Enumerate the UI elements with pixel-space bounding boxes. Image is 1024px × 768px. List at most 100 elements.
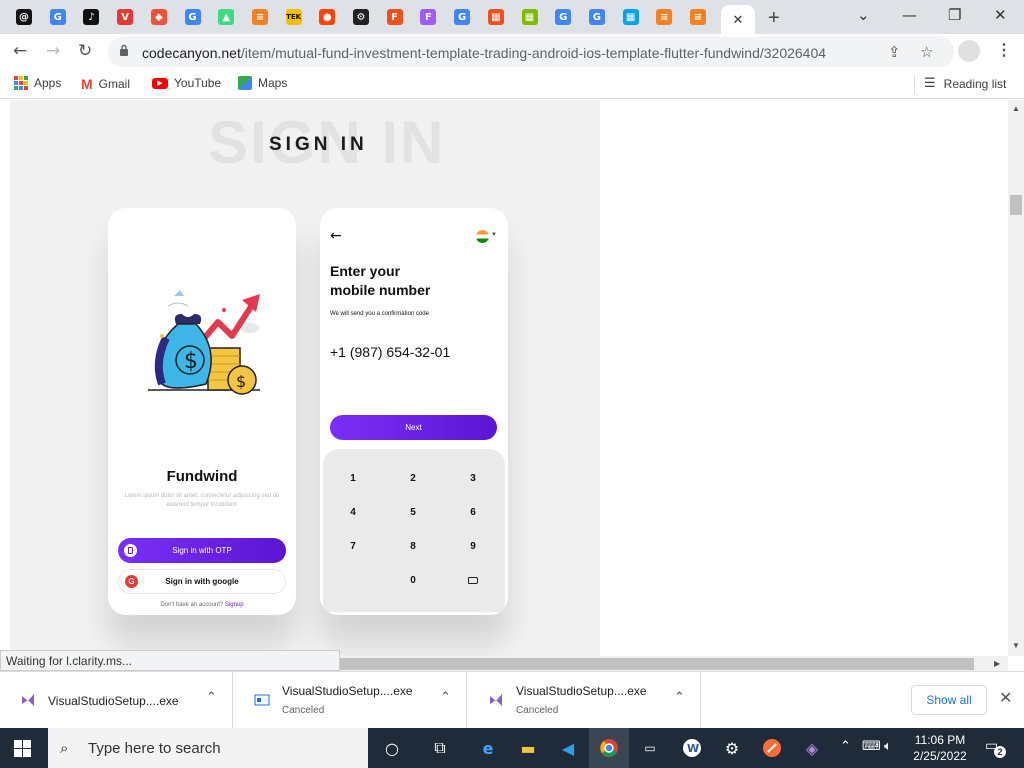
- browser-tab[interactable]: TEK: [280, 5, 308, 29]
- lock-icon[interactable]: [119, 44, 129, 56]
- cortana-icon[interactable]: ○: [380, 736, 404, 760]
- reading-list-button[interactable]: ☰ Reading list: [924, 76, 1006, 91]
- browser-tab[interactable]: G: [179, 5, 207, 29]
- file-explorer-icon[interactable]: ▬: [516, 736, 540, 760]
- scroll-up-arrow[interactable]: ▲: [1012, 104, 1020, 113]
- download-item[interactable]: VisualStudioSetup....exe ⌃: [0, 672, 233, 728]
- browser-tab[interactable]: V: [111, 5, 139, 29]
- vscode-icon[interactable]: ◀: [556, 736, 580, 760]
- download-filename: VisualStudioSetup....exe: [516, 684, 647, 698]
- browser-tab[interactable]: ⚙: [347, 5, 375, 29]
- keypad-key-1[interactable]: 1: [333, 467, 373, 489]
- browser-tab[interactable]: ▦: [617, 5, 645, 29]
- keypad-key-5[interactable]: 5: [393, 501, 433, 523]
- browser-tab[interactable]: ▦: [482, 5, 510, 29]
- stackoverflow-icon: ≡: [251, 9, 268, 25]
- sign-in-otp-button[interactable]: Sign in with OTP: [118, 538, 286, 563]
- browser-tab[interactable]: G: [583, 5, 611, 29]
- close-downloads-icon[interactable]: ✕: [999, 688, 1012, 707]
- restore-button[interactable]: ❐: [948, 6, 961, 24]
- visual-studio-icon: [488, 692, 504, 708]
- task-view-icon[interactable]: ⧉: [428, 736, 452, 760]
- terminal-icon[interactable]: ▭: [638, 736, 662, 760]
- back-button[interactable]: ←: [13, 41, 27, 61]
- visual-studio-installer-icon[interactable]: ◈: [800, 736, 824, 760]
- share-icon[interactable]: ⇪: [888, 43, 901, 61]
- browser-tab[interactable]: ≡: [684, 5, 712, 29]
- browser-tab[interactable]: ◆: [145, 5, 173, 29]
- reload-button[interactable]: ↻: [78, 41, 92, 61]
- show-hidden-icons-chevron[interactable]: ⌃: [840, 739, 851, 754]
- browser-tab[interactable]: G: [549, 5, 577, 29]
- download-item[interactable]: VisualStudioSetup....exe Canceled ⌃: [234, 672, 467, 728]
- volume-icon[interactable]: 🔈︎: [884, 739, 892, 754]
- keypad-key-7[interactable]: 7: [333, 535, 373, 557]
- address-bar[interactable]: codecanyon.net/item/mutual-fund-investme…: [108, 37, 954, 67]
- downloads-bar: VisualStudioSetup....exe ⌃ VisualStudioS…: [0, 671, 1024, 728]
- browser-tab[interactable]: @: [10, 5, 38, 29]
- browser-tab[interactable]: ≡: [650, 5, 678, 29]
- browser-tab[interactable]: ♪: [77, 5, 105, 29]
- new-tab-button[interactable]: +: [768, 7, 780, 30]
- chrome-icon[interactable]: [597, 736, 621, 760]
- keypad-key-8[interactable]: 8: [393, 535, 433, 557]
- tab-search-button[interactable]: ⌄: [857, 6, 870, 24]
- show-all-button[interactable]: Show all: [911, 685, 987, 715]
- profile-avatar[interactable]: [958, 40, 980, 62]
- signup-link[interactable]: Signup: [225, 602, 244, 608]
- windows-start-icon[interactable]: [14, 740, 31, 757]
- taskbar-clock[interactable]: 11:06 PM 2/25/2022: [908, 732, 972, 764]
- bookmark-maps[interactable]: Maps: [238, 76, 287, 90]
- heading-line: Enter your: [330, 263, 401, 279]
- horizontal-scroll-thumb[interactable]: [340, 658, 974, 670]
- browser-tab[interactable]: ≡: [246, 5, 274, 29]
- settings-gear-icon[interactable]: ⚙: [720, 736, 744, 760]
- browser-tab[interactable]: ▦: [516, 5, 544, 29]
- page-right-area: [600, 100, 1008, 671]
- india-flag-icon[interactable]: [476, 230, 489, 243]
- word-icon[interactable]: W: [680, 736, 704, 760]
- phone-number-field[interactable]: +1 (987) 654-32-01: [330, 344, 450, 360]
- browser-tab[interactable]: G: [448, 5, 476, 29]
- keypad-key-9[interactable]: 9: [453, 535, 493, 557]
- edge-icon[interactable]: e: [476, 736, 500, 760]
- download-filename: VisualStudioSetup....exe: [282, 684, 413, 698]
- browser-tab[interactable]: ▲: [212, 5, 240, 29]
- more-menu-icon[interactable]: ⋮: [996, 40, 1012, 60]
- forward-button[interactable]: →: [46, 41, 60, 61]
- minimize-button[interactable]: —: [902, 6, 917, 24]
- keypad-key-4[interactable]: 4: [333, 501, 373, 523]
- browser-tab[interactable]: F: [381, 5, 409, 29]
- taskbar-search-box[interactable]: ⌕ Type here to search: [48, 728, 368, 768]
- download-item[interactable]: VisualStudioSetup....exe Canceled ⌃: [468, 672, 701, 728]
- browser-tab[interactable]: ●: [313, 5, 341, 29]
- keypad-key-3[interactable]: 3: [453, 467, 493, 489]
- vertical-scrollbar[interactable]: [1008, 100, 1024, 656]
- bookmark-youtube[interactable]: ▶ YouTube: [152, 76, 221, 90]
- back-arrow-icon[interactable]: ←: [330, 228, 342, 244]
- scroll-right-arrow[interactable]: ▶: [994, 659, 1000, 668]
- browser-tab[interactable]: F: [414, 5, 442, 29]
- keypad-key-0[interactable]: 0: [393, 569, 433, 591]
- next-button[interactable]: Next: [330, 415, 497, 440]
- sign-in-google-button[interactable]: G Sign in with google: [118, 569, 286, 594]
- chevron-down-icon[interactable]: ▼: [491, 232, 497, 238]
- keypad-key-6[interactable]: 6: [453, 501, 493, 523]
- keypad-key-2[interactable]: 2: [393, 467, 433, 489]
- browser-tab[interactable]: G: [44, 5, 72, 29]
- bookmark-gmail[interactable]: M Gmail: [81, 76, 130, 92]
- bookmark-star-icon[interactable]: ☆: [920, 43, 933, 61]
- numeric-keypad: 1 2 3 4 5 6 7 8 9 0: [323, 449, 505, 612]
- active-tab[interactable]: ✕: [721, 5, 755, 34]
- close-window-button[interactable]: ✕: [994, 6, 1007, 24]
- chevron-up-icon[interactable]: ⌃: [206, 690, 217, 705]
- keypad-backspace[interactable]: [453, 569, 493, 591]
- bookmark-apps[interactable]: Apps: [14, 76, 61, 90]
- chevron-up-icon[interactable]: ⌃: [440, 690, 451, 705]
- close-tab-icon[interactable]: ✕: [733, 12, 744, 28]
- scroll-down-arrow[interactable]: ▼: [1012, 641, 1020, 650]
- postman-icon[interactable]: [760, 736, 784, 760]
- chevron-up-icon[interactable]: ⌃: [674, 690, 685, 705]
- network-icon[interactable]: ⌨: [862, 739, 881, 754]
- vertical-scroll-thumb[interactable]: [1010, 195, 1022, 215]
